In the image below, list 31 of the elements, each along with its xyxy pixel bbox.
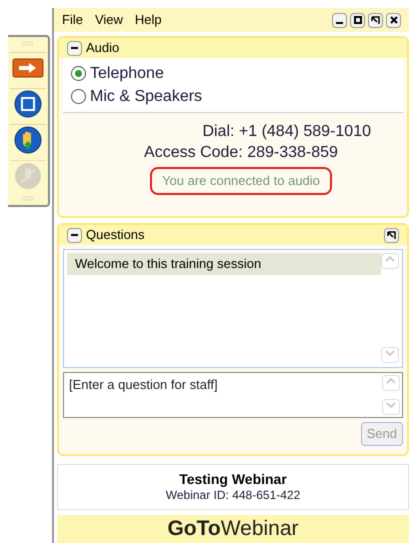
question-item[interactable]: Welcome to this training session (67, 253, 381, 275)
logo: GoToWebinar (167, 516, 299, 542)
minimize-icon[interactable] (332, 12, 347, 28)
menu-item[interactable]: View (94, 10, 123, 30)
panel-title: Audio (86, 39, 120, 58)
dial-number: Dial: +1 (484) 589-1010 (202, 122, 371, 142)
muted-microphone-icon (14, 162, 42, 190)
collapse-icon[interactable] (67, 228, 82, 242)
toolbar-button[interactable] (10, 124, 46, 154)
menu-item[interactable]: File (62, 10, 83, 30)
webinar-id: Webinar ID: 448-651-422 (166, 488, 300, 504)
access-code: Access Code: 289-338-859 (144, 143, 338, 163)
window-icon (14, 90, 42, 118)
toolbar-button[interactable] (10, 88, 46, 118)
grip-icon[interactable] (21, 41, 35, 46)
panel-title: Questions (86, 226, 146, 244)
popout-icon[interactable] (368, 12, 383, 28)
radio-button[interactable] (71, 89, 86, 104)
popout-icon[interactable] (384, 228, 399, 242)
close-icon[interactable] (386, 12, 401, 28)
radio-button[interactable] (71, 66, 86, 81)
radio-option[interactable]: Telephone (71, 62, 395, 85)
radio-option[interactable]: Mic & Speakers (71, 85, 395, 108)
collapse-icon[interactable] (67, 40, 82, 56)
menu-item[interactable]: Help (134, 10, 162, 30)
question-field[interactable]: [Enter a question for staff] (63, 372, 403, 418)
audio-status: You are connected to audio (150, 167, 332, 194)
maximize-icon[interactable] (350, 12, 365, 28)
grip-icon[interactable] (21, 196, 35, 201)
question-input[interactable]: [Enter a question for staff] (66, 375, 382, 394)
webinar-title: Testing Webinar (179, 470, 287, 488)
